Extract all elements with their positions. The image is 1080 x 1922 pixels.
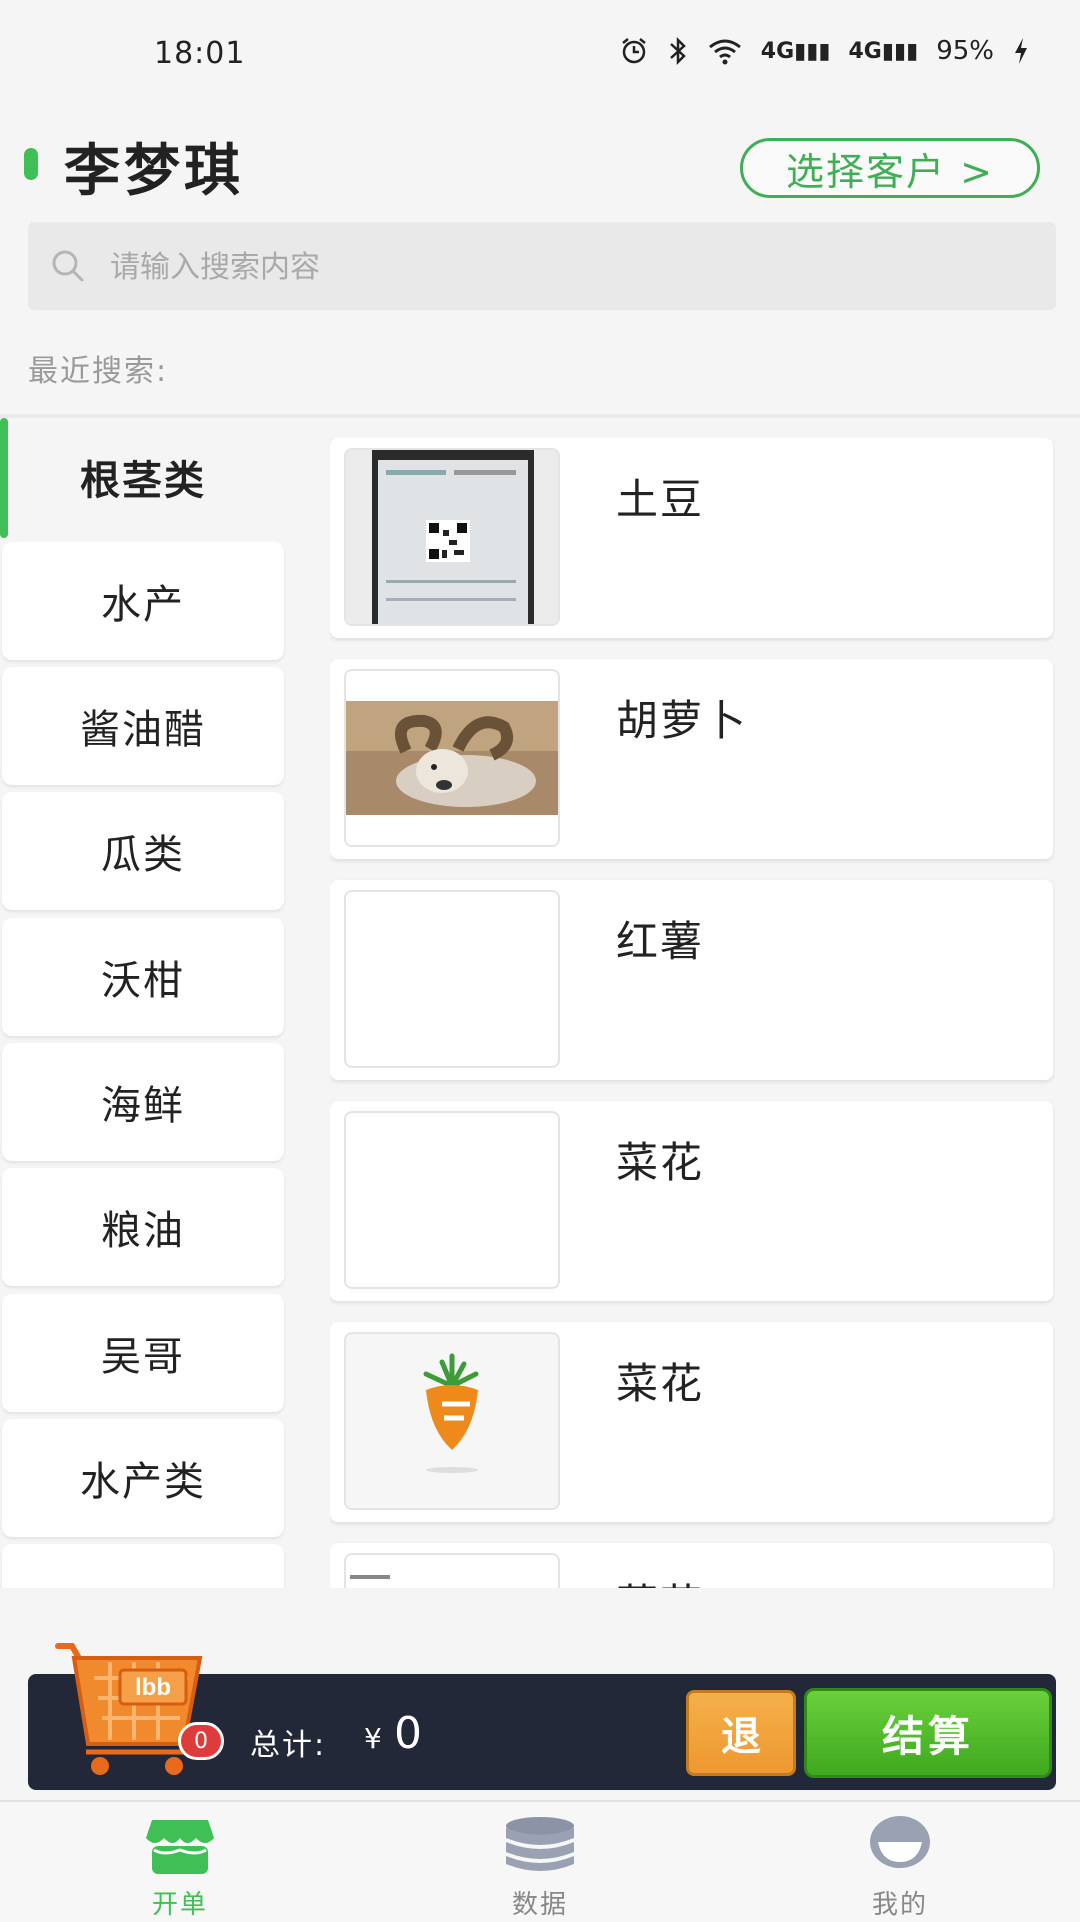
store-icon bbox=[146, 1820, 214, 1874]
tab-label: 开单 bbox=[151, 1890, 208, 1920]
battery-level: 95% bbox=[936, 36, 994, 66]
network-type-label-2: 4G bbox=[848, 38, 882, 64]
database-icon bbox=[506, 1817, 574, 1871]
category-item[interactable]: 沃柑 bbox=[2, 918, 284, 1036]
bottom-tab-bar: 开单 数据 我的 bbox=[0, 1800, 1080, 1922]
qr-code-photo-icon bbox=[346, 450, 558, 624]
profile-icon bbox=[870, 1816, 930, 1868]
signal-icon: 4G▮▮▮ bbox=[760, 38, 831, 64]
total-currency: ¥ bbox=[364, 1722, 382, 1755]
cart-badge-text: lbb bbox=[135, 1674, 171, 1701]
network-type-label: 4G bbox=[760, 38, 795, 64]
header: 李梦琪 选择客户 > bbox=[0, 118, 1080, 218]
product-card[interactable]: 菜花 bbox=[330, 1322, 1053, 1522]
bluetooth-icon bbox=[669, 36, 686, 66]
alarm-icon bbox=[622, 38, 646, 64]
cart-count-badge: 0 bbox=[178, 1722, 224, 1760]
recent-search-label: 最近搜索: bbox=[28, 354, 169, 389]
status-time: 18:01 bbox=[154, 36, 246, 71]
select-customer-button[interactable]: 选择客户 > bbox=[740, 138, 1040, 198]
product-thumbnail bbox=[344, 1553, 560, 1588]
tab-profile[interactable]: 我的 bbox=[800, 1802, 1000, 1922]
charging-icon bbox=[1015, 38, 1027, 64]
category-item[interactable]: 海鲜 bbox=[2, 1043, 284, 1161]
product-name: 菜花 bbox=[616, 1138, 705, 1187]
category-item[interactable]: 水产 bbox=[2, 542, 284, 660]
product-name: 红薯 bbox=[616, 917, 705, 966]
category-sidebar: 根茎类 水产 酱油醋 瓜类 沃柑 海鲜 粮油 吴哥 水产类 bbox=[0, 418, 286, 1588]
wifi-icon bbox=[708, 39, 741, 65]
ram-photo-icon bbox=[346, 671, 558, 845]
shopping-cart-icon[interactable]: lbb bbox=[50, 1640, 210, 1780]
search-box[interactable] bbox=[28, 222, 1056, 312]
search-icon bbox=[52, 250, 84, 282]
carrot-logo-icon bbox=[346, 1334, 558, 1508]
product-card[interactable]: 土豆 bbox=[330, 438, 1053, 638]
product-name: 菜花 bbox=[616, 1571, 704, 1588]
category-item[interactable]: 水产类 bbox=[2, 1419, 284, 1537]
category-item[interactable]: 瓜类 bbox=[2, 792, 284, 910]
tab-label: 数据 bbox=[511, 1890, 568, 1920]
category-item[interactable]: 粮油 bbox=[2, 1168, 284, 1286]
tab-order[interactable]: 开单 bbox=[80, 1802, 280, 1922]
checkout-button[interactable]: 结算 bbox=[804, 1688, 1052, 1778]
search-input[interactable] bbox=[108, 222, 1012, 312]
product-card[interactable]: 菜花 bbox=[330, 1543, 1053, 1588]
title-accent-bar bbox=[24, 148, 38, 180]
signal-icon-2: 4G▮▮▮ bbox=[848, 38, 919, 64]
product-name: 土豆 bbox=[616, 475, 705, 524]
product-list: 土豆 胡萝卜 红薯 菜花 菜花 bbox=[330, 438, 1055, 1588]
total-value: 0 bbox=[394, 1708, 422, 1759]
status-icons: 4G▮▮▮ 4G▮▮▮ 95% bbox=[619, 36, 1030, 66]
category-item[interactable]: 酱油醋 bbox=[2, 667, 284, 785]
customer-name: 李梦琪 bbox=[64, 139, 244, 204]
product-card[interactable]: 菜花 bbox=[330, 1101, 1053, 1301]
document-photo-icon bbox=[346, 1555, 558, 1588]
product-thumbnail bbox=[344, 448, 560, 626]
product-name: 胡萝卜 bbox=[616, 696, 749, 745]
product-name: 菜花 bbox=[616, 1359, 705, 1408]
product-card[interactable]: 胡萝卜 bbox=[330, 659, 1053, 859]
product-thumbnail-empty bbox=[344, 890, 560, 1068]
refund-button[interactable]: 退 bbox=[686, 1690, 796, 1776]
product-card[interactable]: 红薯 bbox=[330, 880, 1053, 1080]
product-thumbnail-empty bbox=[344, 1111, 560, 1289]
status-bar: 18:01 4G▮▮▮ 4G▮▮▮ 95% bbox=[0, 0, 1080, 110]
total-label: 总计: bbox=[250, 1728, 327, 1763]
category-item[interactable] bbox=[2, 1544, 284, 1588]
tab-label: 我的 bbox=[871, 1890, 928, 1920]
tab-data[interactable]: 数据 bbox=[440, 1802, 640, 1922]
category-item[interactable]: 吴哥 bbox=[2, 1294, 284, 1412]
product-thumbnail bbox=[344, 669, 560, 847]
active-category-indicator bbox=[0, 418, 8, 538]
category-item[interactable]: 根茎类 bbox=[2, 418, 284, 536]
product-thumbnail bbox=[344, 1332, 560, 1510]
